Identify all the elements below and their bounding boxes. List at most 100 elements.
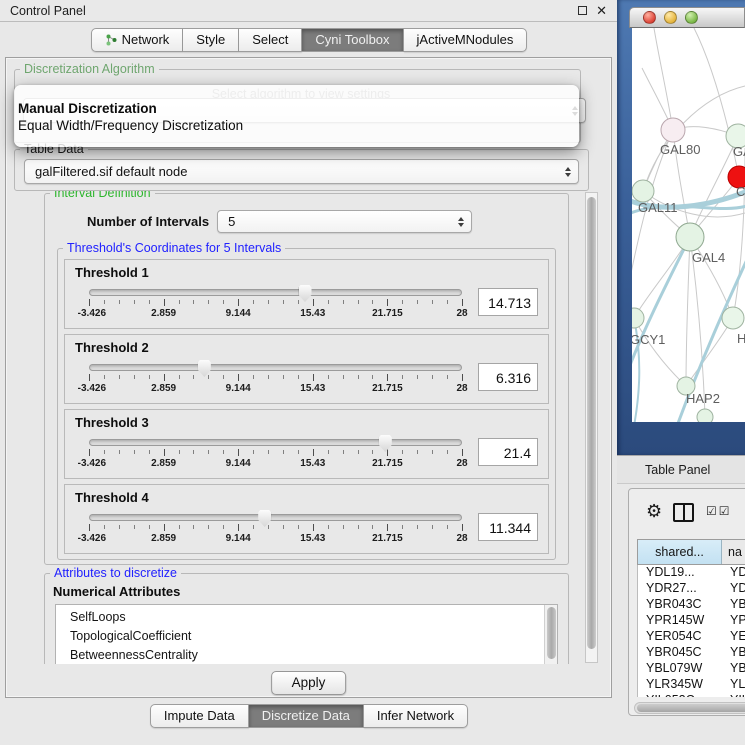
numerical-attributes-list: SelfLoopsTopologicalCoefficientBetweenne… [55,604,558,664]
table-cell: YBR045C [638,645,722,661]
slider-axis-labels: -3.4262.8599.14415.4321.71528 [89,533,462,545]
axis-label: 2.859 [151,533,176,544]
gear-icon[interactable]: ⚙ [646,500,662,523]
cyni-toolbox-panel: Discretization Algorithm Select algorith… [5,57,612,698]
axis-label: 2.859 [151,383,176,394]
list-item[interactable]: SelfLoops [56,608,557,627]
combo-arrows-icon [565,167,571,177]
table-row[interactable]: YBR043CYBR0 [638,597,745,613]
slider-track [89,439,462,446]
tab-label: Discretize Data [262,708,350,723]
bottom-tab-bar: Impute Data Discretize Data Infer Network [0,704,618,728]
table-column-header[interactable]: shared... [638,540,722,564]
table-row[interactable]: YBL079WYBL0 [638,661,745,677]
table-cell: YBR043C [638,597,722,613]
threshold-panel: Threshold 1-3.4262.8599.14415.4321.71528… [64,259,549,329]
table-cell: YLR3 [722,677,745,693]
slider-ticks [89,524,462,532]
bottom-tab-discretize-data[interactable]: Discretize Data [249,704,364,728]
slider-axis-labels: -3.4262.8599.14415.4321.71528 [89,308,462,320]
node-label: GCY1 [632,332,665,347]
table-data-combo[interactable]: galFiltered.sif default node [24,159,579,184]
tab-style[interactable]: Style [183,28,239,52]
table-cell: YBR0 [722,645,745,661]
float-window-icon[interactable] [578,6,587,15]
network-node[interactable] [632,308,644,328]
dropdown-item[interactable]: Equal Width/Frequency Discretization [14,117,579,134]
settings-scroll-area: Interval Definition Number of Intervals … [14,191,585,664]
close-traffic-light-icon[interactable] [643,11,656,24]
bottom-tab-infer-network[interactable]: Infer Network [364,704,468,728]
threshold-title: Threshold 2 [75,340,540,355]
threshold-value-field[interactable]: 6.316 [478,363,538,391]
network-node[interactable] [632,180,654,202]
table-row[interactable]: YER054CYER0 [638,629,745,645]
network-node[interactable] [697,409,713,422]
dropdown-item[interactable]: Manual Discretization [14,100,579,117]
apply-button[interactable]: Apply [271,671,347,695]
table-cell: YDL19... [638,565,722,581]
threshold-value-field[interactable]: 11.344 [478,513,538,541]
attributes-list-scrollbar[interactable] [544,605,557,664]
slider-axis-labels: -3.4262.8599.14415.4321.71528 [89,458,462,470]
threshold-slider[interactable]: -3.4262.8599.14415.4321.71528 [87,287,464,320]
num-intervals-value: 5 [228,214,235,229]
table-row[interactable]: YDL19...YDL1 [638,565,745,581]
panel-title: Control Panel [10,4,86,18]
threshold-value-field[interactable]: 14.713 [478,288,538,316]
close-icon[interactable]: ✕ [596,4,607,17]
settings-scrollbar-thumb[interactable] [587,197,596,649]
tab-cyni-toolbox[interactable]: Cyni Toolbox [302,28,403,52]
axis-label: 15.43 [300,308,325,319]
bottom-tab-impute-data[interactable]: Impute Data [150,704,249,728]
table-cell: YIL052C [638,693,722,697]
network-node[interactable] [722,307,744,329]
tab-network[interactable]: Network [91,28,184,52]
axis-label: -3.426 [78,383,106,394]
tab-jactivemnodules[interactable]: jActiveMNodules [404,28,528,52]
network-window-titlebar [629,7,745,28]
num-intervals-combo[interactable]: 5 [217,210,472,233]
table-hscrollbar-thumb[interactable] [637,704,745,712]
zoom-traffic-light-icon[interactable] [685,11,698,24]
top-tab-bar: Network Style Select Cyni Toolbox jActiveMNo… [0,28,618,52]
axis-label: 21.715 [372,458,403,469]
columns-icon[interactable] [673,503,694,522]
node-label: GAL80 [660,142,700,157]
network-canvas[interactable]: GAL80GACGAL11GAL4GCY1HHAP2 [632,28,745,422]
minimize-traffic-light-icon[interactable] [664,11,677,24]
tab-select[interactable]: Select [239,28,302,52]
list-item[interactable]: BetweennessCentrality [56,646,557,664]
tab-label: jActiveMNodules [417,32,514,47]
table-row[interactable]: YIL052CYIL0 [638,693,745,697]
table-horizontal-scrollbar[interactable] [634,702,745,714]
table-row[interactable]: YLR345WYLR3 [638,677,745,693]
threshold-slider[interactable]: -3.4262.8599.14415.4321.71528 [87,512,464,545]
table-cell: YPR145W [638,613,722,629]
select-columns-icon[interactable]: ☑☑ [706,504,732,518]
numerical-attributes-label: Numerical Attributes [53,584,560,599]
network-icon [105,34,117,46]
network-edge [632,237,690,373]
settings-scrollbar[interactable] [585,192,598,663]
threshold-slider[interactable]: -3.4262.8599.14415.4321.71528 [87,437,464,470]
axis-label: -3.426 [78,308,106,319]
tab-label: Style [196,32,225,47]
threshold-slider[interactable]: -3.4262.8599.14415.4321.71528 [87,362,464,395]
threshold-title: Threshold 4 [75,490,540,505]
interval-definition-group-title: Interval Definition [50,191,155,200]
axis-label: 9.144 [226,458,251,469]
num-intervals-label: Number of Intervals [87,214,209,229]
list-item[interactable]: TopologicalCoefficient [56,627,557,646]
threshold-value-field[interactable]: 21.4 [478,438,538,466]
table-cell: YPR1 [722,613,745,629]
table-row[interactable]: YBR045CYBR0 [638,645,745,661]
table-row[interactable]: YPR145WYPR1 [638,613,745,629]
network-node[interactable] [661,118,685,142]
network-node[interactable] [676,223,704,251]
tab-label: Select [252,32,288,47]
tab-label: Network [122,32,170,47]
table-column-header[interactable]: na [722,540,745,564]
table-row[interactable]: YDR27...YDR2 [638,581,745,597]
thresholds-group: Threshold's Coordinates for 5 Intervals … [57,248,556,560]
